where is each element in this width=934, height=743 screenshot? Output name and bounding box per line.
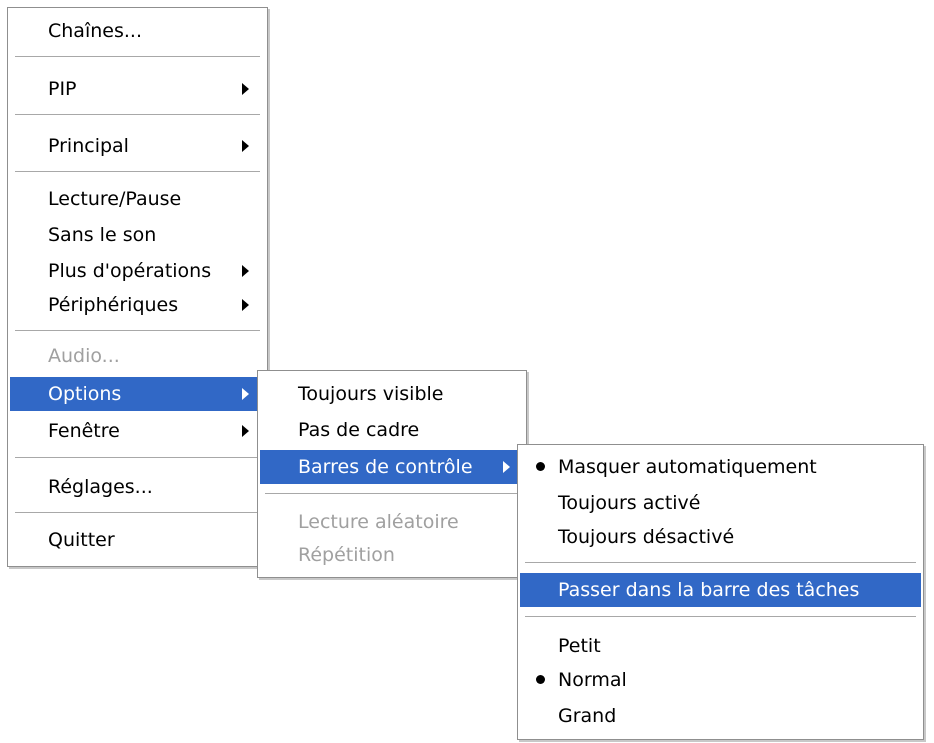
menu-item-label: Normal	[558, 669, 627, 691]
menu-item-toujours-desactive[interactable]: Toujours désactivé	[520, 519, 921, 555]
menu-separator	[15, 330, 260, 332]
menu-item-toujours-active[interactable]: Toujours activé	[520, 485, 921, 521]
menu-item-label: Plus d'opérations	[48, 260, 212, 282]
submenu-arrow-icon	[242, 388, 249, 400]
menu-item-label: Toujours désactivé	[558, 526, 735, 548]
menu-separator	[15, 171, 260, 173]
menu-separator	[525, 616, 916, 618]
menu-separator	[15, 56, 260, 58]
menu-item-label: Options	[48, 383, 122, 405]
menu-item-label: Grand	[558, 705, 617, 727]
radio-bullet-icon	[536, 462, 545, 471]
menu-item-fenetre[interactable]: Fenêtre	[10, 413, 265, 449]
menu-item-normal[interactable]: Normal	[520, 662, 921, 698]
main-context-menu: Chaînes... PIP Principal Lecture/Pause S…	[7, 7, 268, 567]
menu-item-chaines[interactable]: Chaînes...	[10, 13, 265, 49]
menu-item-label: Lecture aléatoire	[298, 511, 459, 533]
menu-item-pip[interactable]: PIP	[10, 71, 265, 107]
menu-separator	[525, 562, 916, 564]
menu-item-sans-le-son[interactable]: Sans le son	[10, 217, 265, 253]
menu-item-label: PIP	[48, 78, 77, 100]
menu-item-label: Principal	[48, 135, 129, 157]
menu-item-reglages[interactable]: Réglages...	[10, 469, 265, 505]
menu-item-pas-de-cadre[interactable]: Pas de cadre	[260, 412, 524, 448]
menu-item-label: Pas de cadre	[298, 419, 420, 441]
menu-item-options[interactable]: Options	[10, 377, 267, 411]
submenu-arrow-icon	[242, 299, 249, 311]
options-submenu: Toujours visible Pas de cadre Barres de …	[257, 370, 527, 578]
menu-item-plus-operations[interactable]: Plus d'opérations	[10, 253, 265, 289]
menu-item-label: Petit	[558, 635, 601, 657]
menu-item-lecture-aleatoire: Lecture aléatoire	[260, 504, 524, 540]
menu-item-peripheriques[interactable]: Périphériques	[10, 287, 265, 323]
menu-item-principal[interactable]: Principal	[10, 128, 265, 164]
submenu-arrow-icon	[503, 461, 510, 473]
menu-separator	[265, 493, 519, 495]
menu-item-quitter[interactable]: Quitter	[10, 522, 265, 558]
menu-item-masquer-automatiquement[interactable]: Masquer automatiquement	[520, 449, 921, 485]
menu-item-label: Lecture/Pause	[48, 188, 182, 210]
submenu-arrow-icon	[242, 140, 249, 152]
menu-item-label: Barres de contrôle	[298, 456, 473, 478]
menu-item-label: Toujours activé	[558, 492, 701, 514]
menu-separator	[15, 114, 260, 116]
control-bars-submenu: Masquer automatiquement Toujours activé …	[517, 444, 924, 740]
menu-item-toujours-visible[interactable]: Toujours visible	[260, 376, 524, 412]
menu-item-label: Audio...	[48, 345, 120, 367]
menu-separator	[15, 457, 260, 459]
menu-separator	[15, 512, 260, 514]
menu-item-label: Chaînes...	[48, 20, 142, 42]
menu-item-repetition: Répétition	[260, 537, 524, 573]
menu-item-audio: Audio...	[10, 338, 265, 374]
submenu-arrow-icon	[242, 83, 249, 95]
submenu-arrow-icon	[242, 265, 249, 277]
menu-item-lecture-pause[interactable]: Lecture/Pause	[10, 181, 265, 217]
menu-item-label: Répétition	[298, 544, 395, 566]
menu-item-label: Périphériques	[48, 294, 179, 316]
submenu-arrow-icon	[242, 425, 249, 437]
menu-item-grand[interactable]: Grand	[520, 698, 921, 734]
menu-item-label: Sans le son	[48, 224, 157, 246]
menu-item-petit[interactable]: Petit	[520, 628, 921, 664]
menu-item-label: Toujours visible	[298, 383, 444, 405]
menu-item-label: Quitter	[48, 529, 115, 551]
menu-item-passer-barre-taches[interactable]: Passer dans la barre des tâches	[520, 573, 921, 607]
menu-item-label: Masquer automatiquement	[558, 456, 817, 478]
menu-item-label: Fenêtre	[48, 420, 120, 442]
menu-item-label: Réglages...	[48, 476, 153, 498]
menu-item-barres-de-controle[interactable]: Barres de contrôle	[260, 450, 526, 484]
radio-bullet-icon	[536, 675, 545, 684]
menu-item-label: Passer dans la barre des tâches	[558, 579, 860, 601]
